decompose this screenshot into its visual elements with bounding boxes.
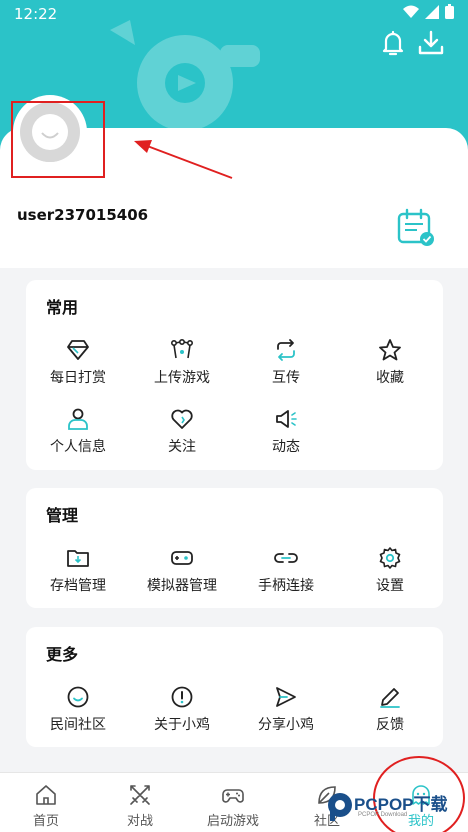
pen-icon (380, 688, 400, 708)
grid-item-follow[interactable]: 关注 (130, 407, 234, 465)
vector-icon (170, 338, 193, 359)
username: user237015406 (17, 206, 149, 224)
repeat-icon (277, 339, 295, 361)
user-icon (68, 408, 88, 430)
megaphone-icon (276, 410, 297, 428)
grid-item-about[interactable]: 关于小鸡 (130, 685, 234, 743)
star-icon (379, 339, 401, 361)
grid-item-settings[interactable]: 设置 (338, 546, 442, 604)
watermark: PCPOP下载 PCPOP Download (326, 788, 468, 828)
swords-icon (130, 785, 150, 805)
smile-icon (67, 686, 89, 708)
status-time: 12:22 (14, 5, 58, 23)
grid-item-personal-info[interactable]: 个人信息 (26, 407, 130, 465)
grid-item-favorites[interactable]: 收藏 (338, 338, 442, 396)
grid-item-activity[interactable]: 动态 (234, 407, 338, 465)
heart-icon (171, 409, 193, 429)
gamepad-icon (222, 789, 244, 803)
bell-icon[interactable] (378, 28, 408, 58)
section-more: 更多 民间社区 关于小鸡 分享小鸡 反馈 (26, 627, 443, 747)
section-title: 更多 (46, 645, 79, 664)
grid-item-share[interactable]: 分享小鸡 (234, 685, 338, 743)
grid-item-controller-connect[interactable]: 手柄连接 (234, 546, 338, 604)
gear-icon (379, 547, 401, 569)
send-icon (276, 687, 296, 707)
grid-item-save-manage[interactable]: 存档管理 (26, 546, 130, 604)
annotation-highlight-box (11, 101, 105, 178)
nav-battle[interactable]: 对战 (95, 783, 185, 829)
link-icon (274, 553, 298, 563)
grid-item-emulator-manage[interactable]: 模拟器管理 (130, 546, 234, 604)
download-icon[interactable] (416, 28, 446, 58)
folder-icon (67, 550, 89, 567)
wifi-icon (403, 5, 419, 18)
battery-icon (445, 4, 454, 19)
status-bar: 12:22 (0, 0, 468, 28)
grid-item-upload-game[interactable]: 上传游戏 (130, 338, 234, 396)
nav-home[interactable]: 首页 (1, 783, 91, 829)
nav-launch-game[interactable]: 启动游戏 (188, 783, 278, 829)
gamepad-icon (171, 551, 193, 565)
calendar-check-icon[interactable] (397, 208, 435, 246)
grid-item-transfer[interactable]: 互传 (234, 338, 338, 396)
annotation-arrow-icon (134, 140, 233, 179)
grid-item-daily-reward[interactable]: 每日打赏 (26, 338, 130, 396)
grid-item-community[interactable]: 民间社区 (26, 685, 130, 743)
game-controller-art-icon (110, 20, 260, 131)
diamond-icon (67, 340, 89, 360)
signal-icon (425, 4, 439, 19)
home-icon (36, 785, 56, 805)
section-manage: 管理 存档管理 模拟器管理 手柄连接 设置 (26, 488, 443, 608)
pcpop-logo-icon (328, 793, 352, 821)
grid-item-feedback[interactable]: 反馈 (338, 685, 442, 743)
section-title: 常用 (46, 298, 79, 317)
section-title: 管理 (46, 506, 79, 525)
info-icon (171, 686, 193, 708)
section-common: 常用 每日打赏 上传游戏 互传 收藏 个人信息 关注 动态 (26, 280, 443, 470)
